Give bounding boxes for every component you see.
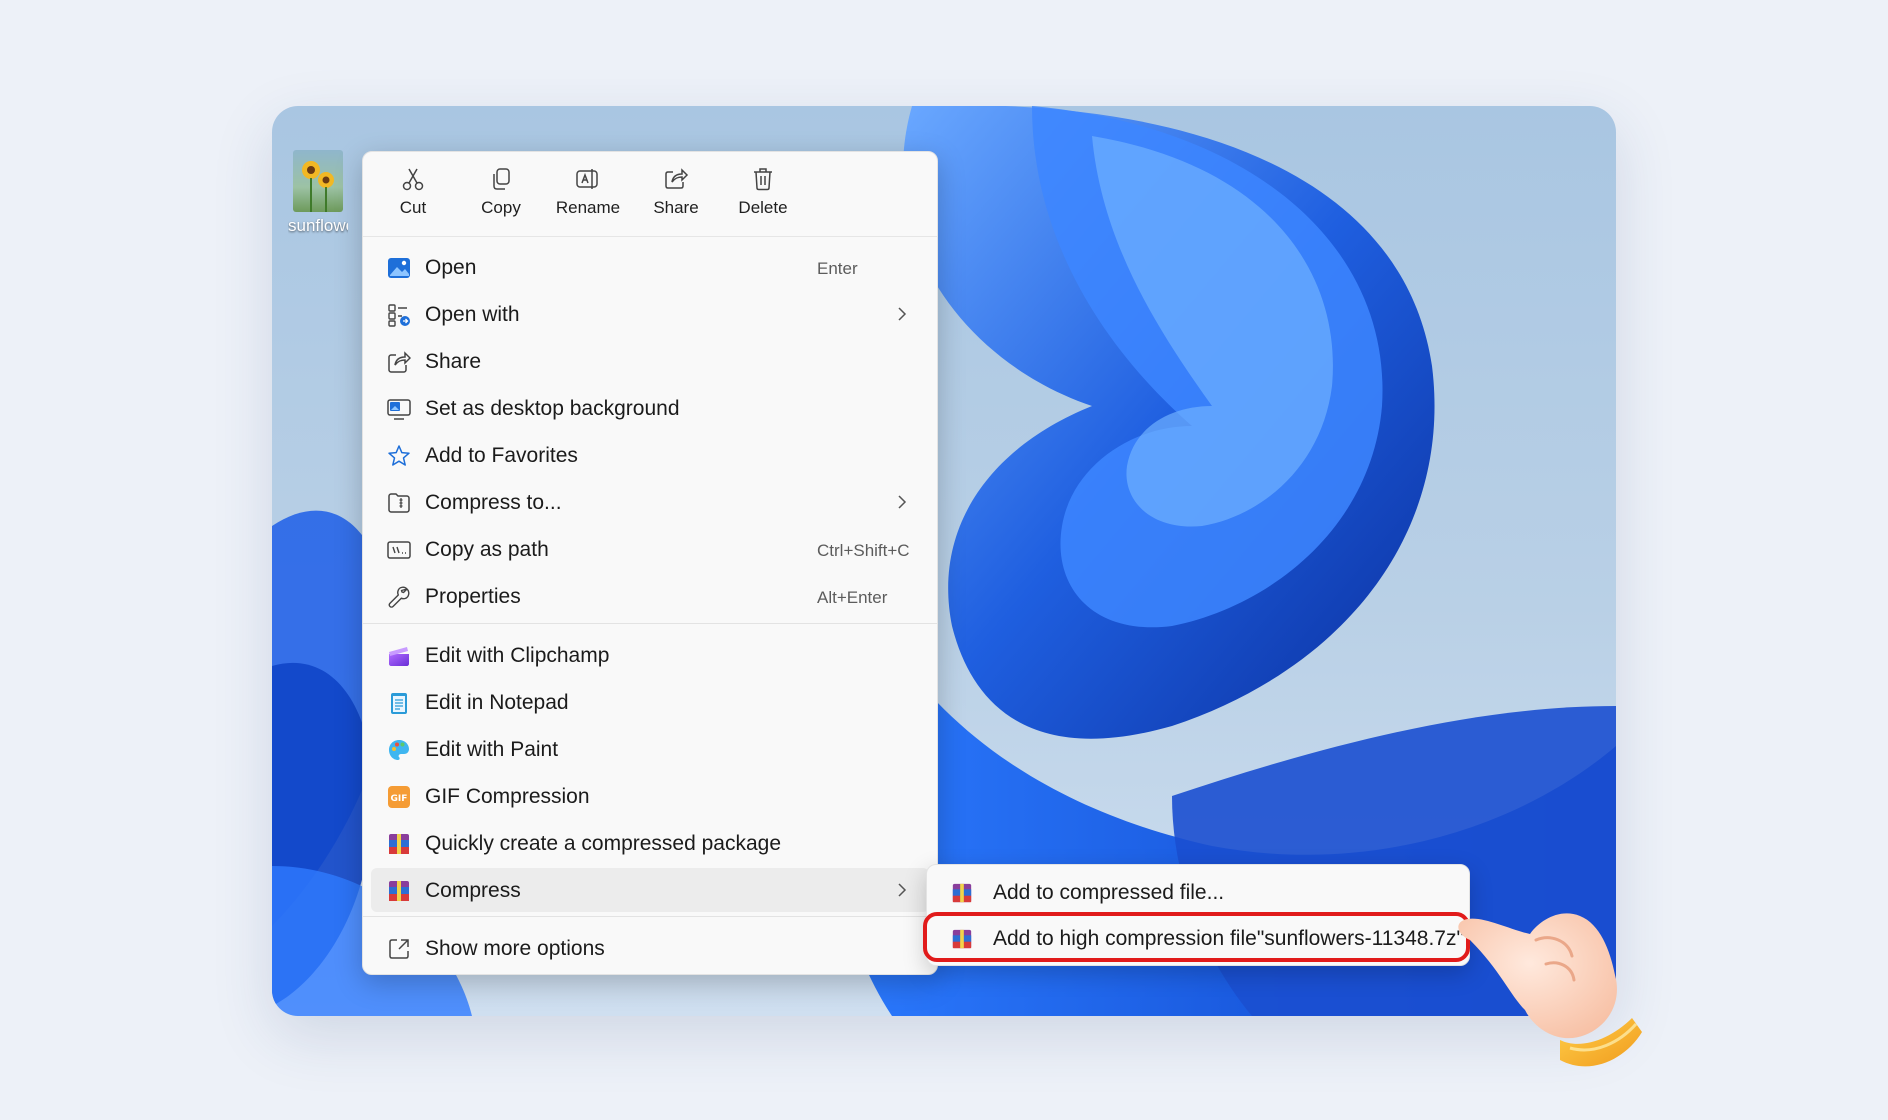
- pointing-hand-icon: [1458, 913, 1642, 1067]
- rename-label: Rename: [555, 198, 621, 217]
- menu-item-copy-as-path[interactable]: Copy as path Ctrl+Shift+C: [371, 527, 929, 571]
- more-options-icon: [389, 939, 409, 959]
- cut-label: Cut: [399, 198, 427, 217]
- chevron-right-icon: [898, 495, 907, 509]
- notepad-icon: [391, 693, 407, 714]
- archive-icon: [389, 881, 409, 901]
- context-menu-toolbar: Cut Copy Rename Share Delete: [363, 152, 937, 237]
- copy-button[interactable]: Copy: [461, 166, 541, 218]
- desktop-background-icon: [387, 399, 411, 420]
- menu-separator: [363, 916, 937, 917]
- clipchamp-icon: [389, 647, 409, 666]
- photos-icon: [388, 258, 410, 278]
- delete-button[interactable]: Delete: [723, 166, 803, 218]
- archive-icon: [952, 883, 972, 903]
- desktop-file-sunflowers[interactable]: sunflowe: [288, 150, 348, 236]
- highlight-ring: [923, 912, 1470, 962]
- menu-item-properties[interactable]: Properties Alt+Enter: [371, 574, 929, 618]
- rename-icon: [576, 169, 598, 189]
- menu-item-quick-compressed-package[interactable]: Quickly create a compressed package: [371, 821, 929, 865]
- submenu-item-add-to-compressed-file[interactable]: Add to compressed file...: [933, 870, 1463, 914]
- wrench-icon: [388, 586, 410, 608]
- zip-folder-icon: [388, 493, 410, 513]
- chevron-right-icon: [898, 307, 907, 321]
- gif-icon: GIF: [388, 786, 410, 808]
- menu-item-compress[interactable]: Compress: [371, 868, 929, 912]
- menu-item-edit-with-clipchamp[interactable]: Edit with Clipchamp: [371, 633, 929, 677]
- open-with-icon: [388, 304, 410, 327]
- menu-item-show-more-options[interactable]: Show more options: [371, 926, 929, 970]
- share-button[interactable]: Share: [636, 166, 716, 218]
- share-label: Share: [653, 198, 699, 217]
- menu-item-add-to-favorites[interactable]: Add to Favorites: [371, 433, 929, 477]
- scissors-icon: [402, 168, 424, 191]
- paint-icon: [389, 740, 409, 760]
- svg-text:GIF: GIF: [391, 794, 408, 804]
- menu-item-set-desktop-background[interactable]: Set as desktop background: [371, 386, 929, 430]
- menu-item-open-with[interactable]: Open with: [371, 292, 929, 336]
- copy-label: Copy: [481, 198, 521, 217]
- delete-label: Delete: [738, 198, 788, 217]
- cut-button[interactable]: Cut: [373, 166, 453, 218]
- menu-item-open[interactable]: Open Enter: [371, 245, 929, 289]
- trash-icon: [754, 168, 772, 191]
- menu-item-share[interactable]: Share: [371, 339, 929, 383]
- menu-item-edit-with-paint[interactable]: Edit with Paint: [371, 727, 929, 771]
- menu-item-compress-to[interactable]: Compress to...: [371, 480, 929, 524]
- path-icon: [387, 541, 411, 559]
- star-icon: [388, 445, 410, 466]
- menu-separator: [363, 623, 937, 624]
- sunflower-thumbnail-icon: [293, 150, 343, 212]
- menu-item-gif-compression[interactable]: GIF GIF Compression: [371, 774, 929, 818]
- desktop-file-label: sunflowe: [288, 216, 348, 235]
- share-icon: [665, 168, 689, 189]
- copy-icon: [493, 168, 510, 190]
- chevron-right-icon: [898, 883, 907, 897]
- share-icon: [388, 351, 411, 373]
- menu-item-edit-in-notepad[interactable]: Edit in Notepad: [371, 680, 929, 724]
- rename-button[interactable]: Rename: [548, 166, 628, 218]
- archive-icon: [389, 834, 409, 854]
- context-menu: Cut Copy Rename Share Delete Open Enter …: [362, 151, 938, 975]
